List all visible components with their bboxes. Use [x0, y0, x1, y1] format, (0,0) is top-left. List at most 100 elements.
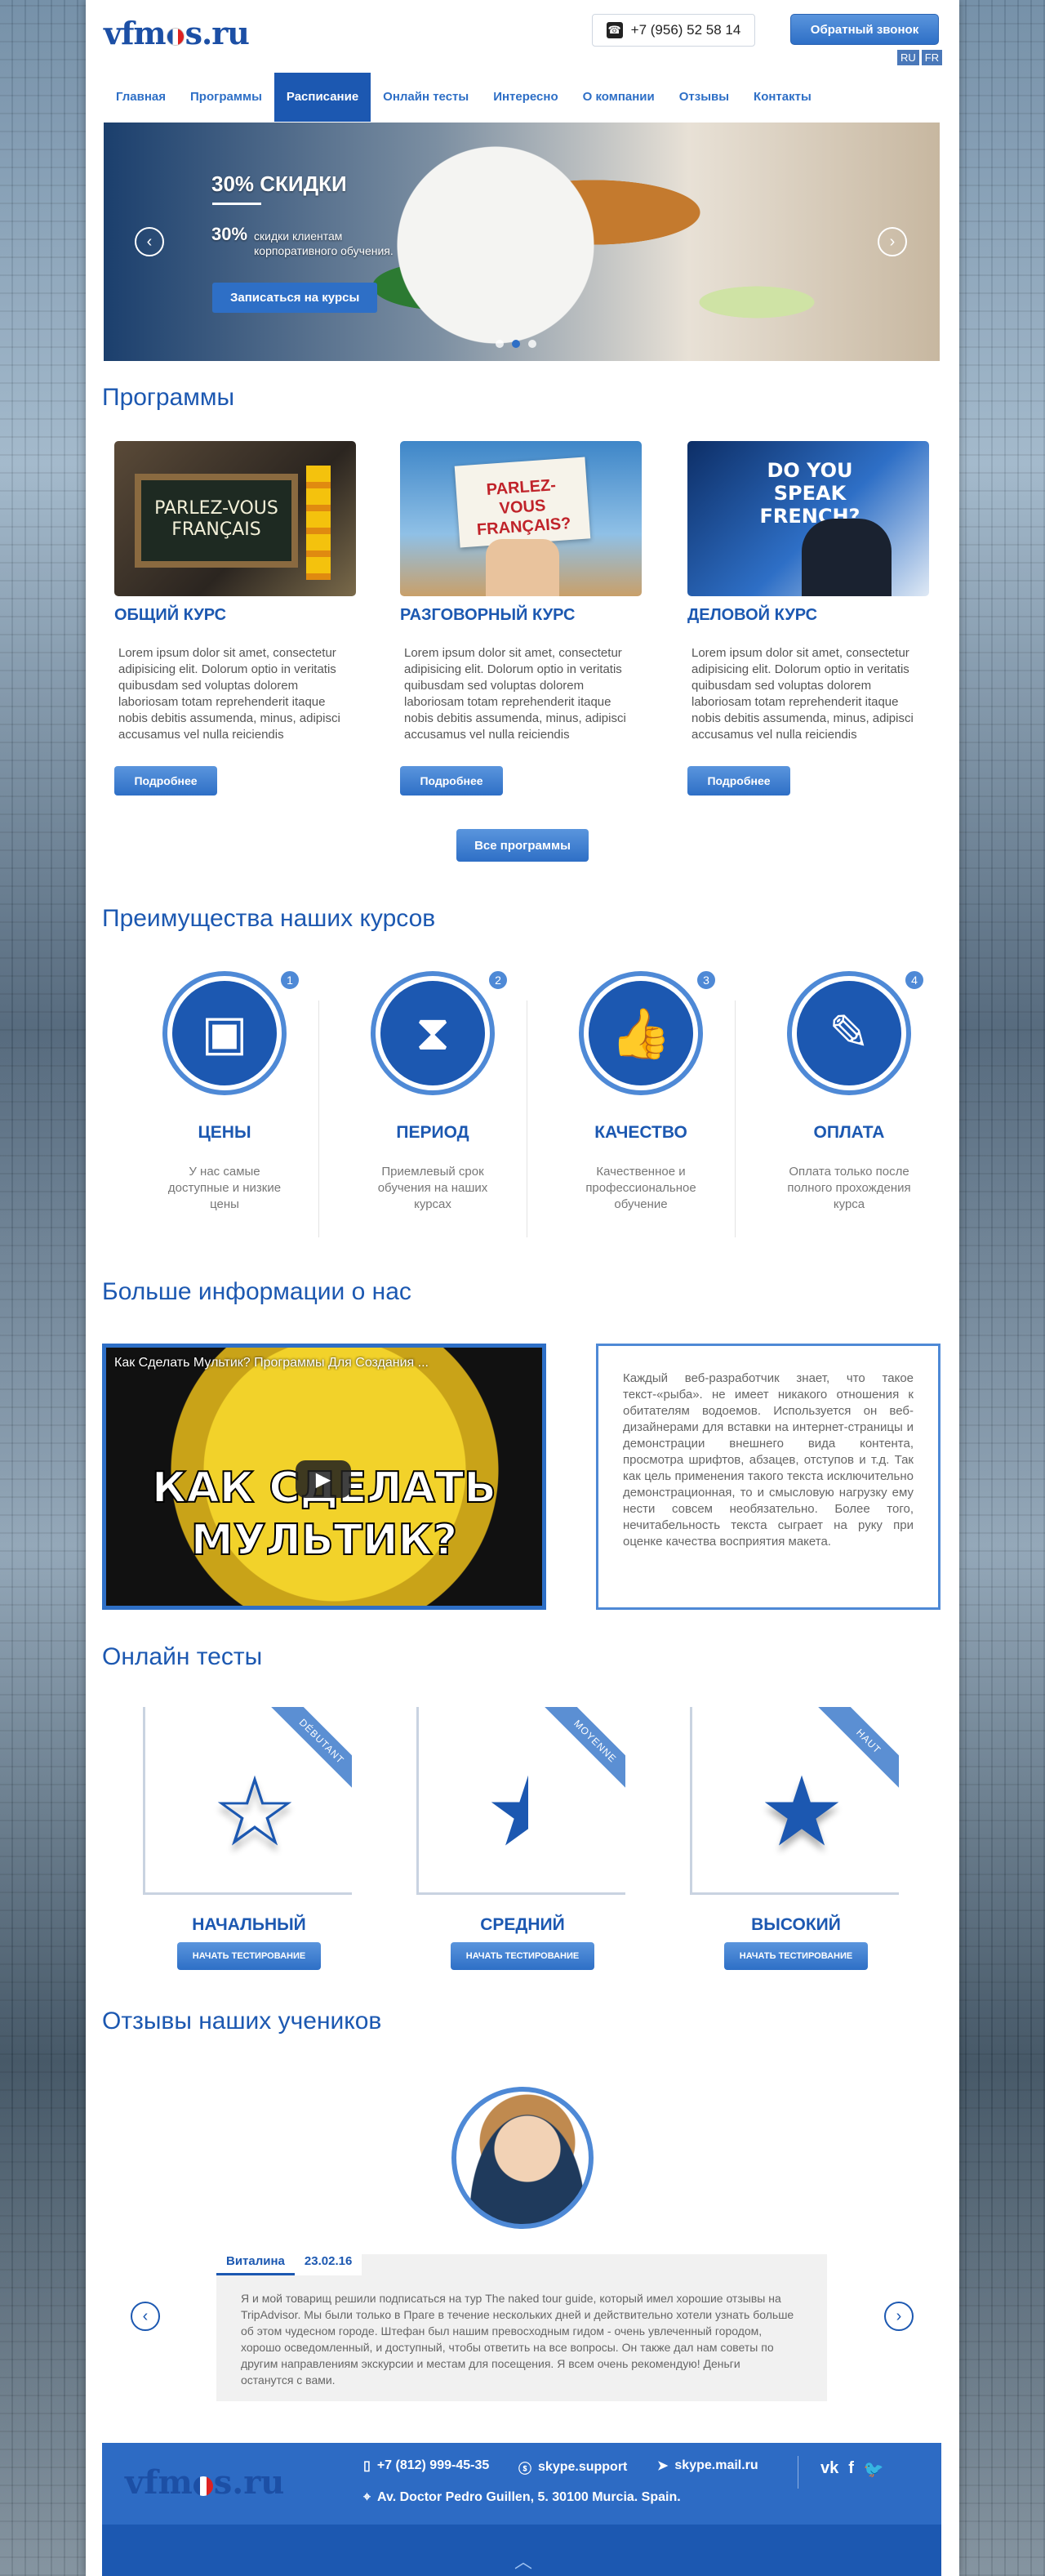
- mobile-icon: ▯: [363, 2459, 371, 2473]
- programs-heading: Программы: [102, 384, 235, 411]
- slider-prev-icon[interactable]: ‹: [135, 227, 164, 256]
- divider: [318, 1001, 319, 1237]
- test-title: СРЕДНИЙ: [480, 1915, 565, 1934]
- twitter-icon[interactable]: 🐦: [864, 2459, 884, 2480]
- start-test-button[interactable]: НАЧАТЬ ТЕСТИРОВАНИЕ: [724, 1942, 868, 1970]
- nav-interesting[interactable]: Интересно: [481, 73, 570, 122]
- nav-reviews[interactable]: Отзывы: [667, 73, 741, 122]
- scroll-up-icon[interactable]: ︿: [514, 2547, 532, 2574]
- star-filled-icon: ★: [758, 1758, 845, 1866]
- nav-online-tests[interactable]: Онлайн тесты: [371, 73, 481, 122]
- reviewer-name: Виталина: [216, 2249, 295, 2275]
- start-test-button[interactable]: НАЧАТЬ ТЕСТИРОВАНИЕ: [177, 1942, 321, 1970]
- footer-address: ⌖ Av. Doctor Pedro Guillen, 5. 30100 Murc…: [363, 2490, 681, 2504]
- program-description: Lorem ipsum dolor sit amet, consectetur …: [404, 646, 626, 742]
- slide-subtitle: скидки клиентам корпоративного обучения.: [254, 230, 394, 257]
- slider-dots: [496, 340, 536, 348]
- advantage-number: 4: [903, 969, 926, 992]
- advantage-number: 1: [278, 969, 301, 992]
- program-title[interactable]: ОБЩИЙ КУРС: [114, 606, 226, 625]
- advantage-title: ОПЛАТА: [813, 1123, 885, 1142]
- footer-mail[interactable]: ➤ skype.mail.ru: [657, 2458, 758, 2474]
- header-phone-number: +7 (956) 52 58 14: [630, 22, 741, 38]
- program-image[interactable]: PARLEZ-VOUS FRANÇAIS?: [400, 441, 642, 596]
- flag-ball-icon: [193, 2476, 213, 2496]
- slider-next-icon[interactable]: ›: [878, 227, 907, 256]
- play-icon[interactable]: ▶: [296, 1460, 351, 1498]
- main-nav: Главная Программы Расписание Онлайн тест…: [104, 73, 824, 122]
- page: vfm s.ru ☎ +7 (956) 52 58 14 Обратный звон…: [86, 0, 959, 2576]
- footer-top: vfm s.ru ▯ +7 (812) 999-45-35 ⓢ skype.suppo…: [102, 2443, 941, 2525]
- nav-home[interactable]: Главная: [104, 73, 178, 122]
- phone-icon: ☎: [606, 22, 623, 38]
- program-title[interactable]: ДЕЛОВОЙ КУРС: [687, 606, 817, 625]
- slider-dot[interactable]: [528, 340, 536, 348]
- footer-logo[interactable]: vfm s.ru: [125, 2463, 284, 2502]
- nav-about[interactable]: О компании: [571, 73, 667, 122]
- test-box[interactable]: HAUT ★: [690, 1707, 899, 1895]
- lang-fr[interactable]: FR: [921, 50, 943, 65]
- program-more-button[interactable]: Подробнее: [114, 766, 217, 796]
- footer-phone[interactable]: ▯ +7 (812) 999-45-35: [363, 2458, 489, 2474]
- slider-dot[interactable]: [496, 340, 504, 348]
- site-logo[interactable]: vfm s.ru: [104, 15, 250, 51]
- advantages-heading: Преимущества наших курсов: [102, 905, 436, 932]
- star-outline-icon: ☆: [211, 1758, 298, 1866]
- review-card: Виталина 23.02.16 Я и мой товарищ решили…: [216, 2249, 827, 2401]
- program-description: Lorem ipsum dolor sit amet, consectetur …: [118, 646, 340, 742]
- review-prev-icon[interactable]: ‹: [131, 2302, 160, 2331]
- advantage-description: Оплата только после полного прохождения …: [787, 1165, 911, 1211]
- video-player[interactable]: Как Сделать Мультик? Программы Для Созда…: [102, 1344, 546, 1610]
- all-programs-button[interactable]: Все программы: [456, 829, 589, 862]
- test-title: ВЫСОКИЙ: [751, 1915, 841, 1934]
- vk-icon[interactable]: vk: [820, 2459, 838, 2480]
- test-box[interactable]: MOYENNE ★: [416, 1707, 625, 1895]
- slider-dot[interactable]: [512, 340, 520, 348]
- advantage-number: 3: [695, 969, 718, 992]
- footer-skype[interactable]: ⓢ skype.support: [518, 2458, 627, 2477]
- program-image[interactable]: DO YOU SPEAK FRENCH?: [687, 441, 929, 596]
- reviews-heading: Отзывы наших учеников: [102, 2008, 382, 2035]
- advantage-item: 👍 3 КАЧЕСТВО Качественное и профессиональ…: [539, 969, 743, 1213]
- program-title[interactable]: РАЗГОВОРНЫЙ КУРС: [400, 606, 575, 625]
- review-text: Я и мой товарищ решили подписаться на ту…: [241, 2292, 794, 2387]
- lang-ru[interactable]: RU: [897, 50, 919, 65]
- callback-button[interactable]: Обратный звонок: [790, 14, 939, 45]
- hero-slider: 30% СКИДКИ 30% скидки клиентам корпорати…: [104, 123, 940, 361]
- review-next-icon[interactable]: ›: [884, 2302, 914, 2331]
- test-title: НАЧАЛЬНЫЙ: [192, 1915, 306, 1934]
- tests-heading: Онлайн тесты: [102, 1643, 263, 1670]
- test-box[interactable]: DÉBUTANT ☆: [143, 1707, 352, 1895]
- advantage-description: Качественное и профессиональное обучение: [585, 1165, 696, 1211]
- map-pin-icon: ⌖: [363, 2490, 371, 2504]
- document-pen-icon: ✎ 4: [792, 969, 926, 1090]
- flag-ball-icon: [166, 28, 185, 46]
- advantage-title: ПЕРИОД: [396, 1123, 469, 1142]
- advantage-description: У нас самые доступные и низкие цены: [167, 1165, 282, 1211]
- language-switcher: RU FR: [897, 50, 943, 65]
- nav-programs[interactable]: Программы: [178, 73, 274, 122]
- advantage-title: ЦЕНЫ: [198, 1123, 251, 1142]
- about-heading: Больше информации о нас: [102, 1278, 411, 1305]
- program-image[interactable]: PARLEZ-VOUS FRANÇAIS: [114, 441, 356, 596]
- send-icon: ➤: [657, 2459, 669, 2473]
- review-meta: Виталина 23.02.16: [216, 2249, 362, 2275]
- nav-contacts[interactable]: Контакты: [741, 73, 824, 122]
- star-half-icon: ★: [480, 1764, 576, 1861]
- footer: vfm s.ru ▯ +7 (812) 999-45-35 ⓢ skype.suppo…: [102, 2443, 941, 2576]
- program-more-button[interactable]: Подробнее: [687, 766, 790, 796]
- skype-icon: ⓢ: [518, 2462, 532, 2476]
- hourglass-icon: ⧗ 2: [376, 969, 509, 1090]
- advantage-title: КАЧЕСТВО: [594, 1123, 687, 1142]
- social-links: vk f 🐦: [820, 2459, 884, 2480]
- facebook-icon[interactable]: f: [848, 2459, 854, 2480]
- video-title[interactable]: Как Сделать Мультик? Программы Для Созда…: [114, 1356, 518, 1370]
- nav-schedule[interactable]: Расписание: [273, 73, 371, 122]
- enroll-button[interactable]: Записаться на курсы: [212, 283, 378, 313]
- advantage-number: 2: [487, 969, 509, 992]
- program-more-button[interactable]: Подробнее: [400, 766, 503, 796]
- header-phone[interactable]: ☎ +7 (956) 52 58 14: [592, 14, 755, 47]
- advantage-item: ✎ 4 ОПЛАТА Оплата только после полного пр…: [747, 969, 951, 1213]
- advantage-item: ⧗ 2 ПЕРИОД Приемлевый срок обучения на на…: [331, 969, 535, 1213]
- start-test-button[interactable]: НАЧАТЬ ТЕСТИРОВАНИЕ: [451, 1942, 594, 1970]
